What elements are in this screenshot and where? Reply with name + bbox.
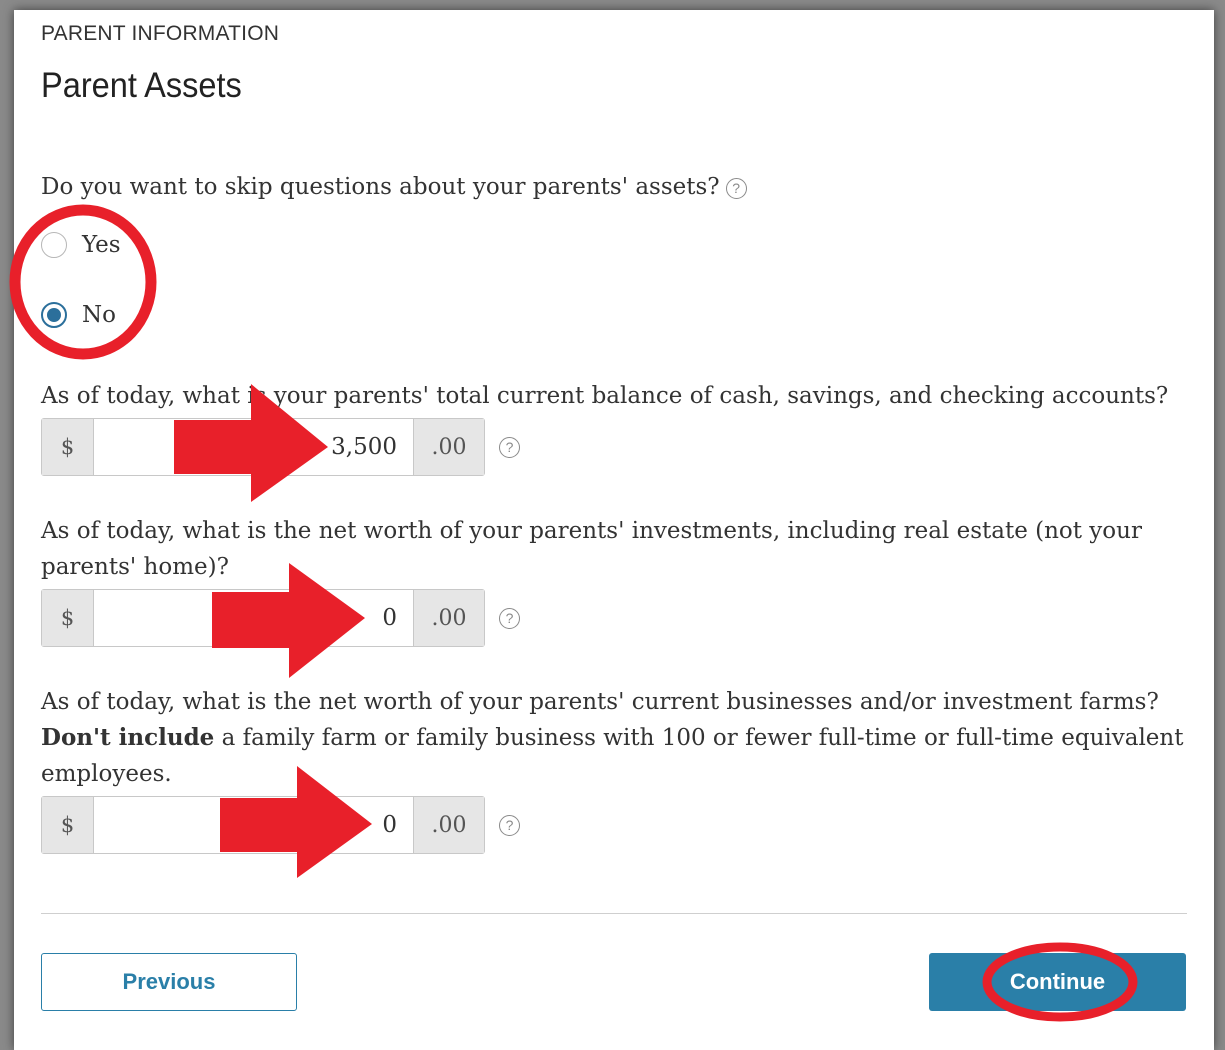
- cash-amount-input[interactable]: $ 3,500 .00: [41, 418, 485, 476]
- radio-option-no[interactable]: No: [41, 302, 116, 328]
- radio-label-no: No: [82, 302, 116, 328]
- investments-amount-input[interactable]: $ 0 .00: [41, 589, 485, 647]
- section-label: PARENT INFORMATION: [41, 22, 280, 45]
- cash-question: As of today, what is your parents' total…: [41, 383, 1169, 409]
- question-circle-icon[interactable]: ?: [499, 437, 520, 458]
- currency-prefix: $: [42, 590, 94, 646]
- cents-suffix: .00: [413, 590, 484, 646]
- business-question: As of today, what is the net worth of yo…: [41, 684, 1191, 792]
- radio-label-yes: Yes: [82, 232, 121, 258]
- currency-prefix: $: [42, 797, 94, 853]
- investments-amount-field[interactable]: 0: [94, 590, 413, 646]
- radio-button-yes[interactable]: [41, 232, 67, 258]
- continue-button[interactable]: Continue: [929, 953, 1186, 1011]
- question-circle-icon[interactable]: ?: [725, 177, 747, 199]
- business-question-part1: As of today, what is the net worth of yo…: [41, 689, 1159, 715]
- question-circle-icon[interactable]: ?: [499, 608, 520, 629]
- question-circle-icon[interactable]: ?: [499, 815, 520, 836]
- previous-button[interactable]: Previous: [41, 953, 297, 1011]
- radio-option-yes[interactable]: Yes: [41, 232, 121, 258]
- business-amount-field[interactable]: 0: [94, 797, 413, 853]
- cents-suffix: .00: [413, 797, 484, 853]
- radio-button-no[interactable]: [41, 302, 67, 328]
- cents-suffix: .00: [413, 419, 484, 475]
- page-title: Parent Assets: [41, 66, 242, 105]
- business-question-bold: Don't include: [41, 724, 215, 751]
- skip-question: Do you want to skip questions about your…: [41, 169, 747, 205]
- divider: [41, 913, 1187, 914]
- skip-question-text: Do you want to skip questions about your…: [41, 174, 720, 200]
- investments-question: As of today, what is the net worth of yo…: [41, 518, 1142, 580]
- business-amount-input[interactable]: $ 0 .00: [41, 796, 485, 854]
- currency-prefix: $: [42, 419, 94, 475]
- cash-amount-field[interactable]: 3,500: [94, 419, 413, 475]
